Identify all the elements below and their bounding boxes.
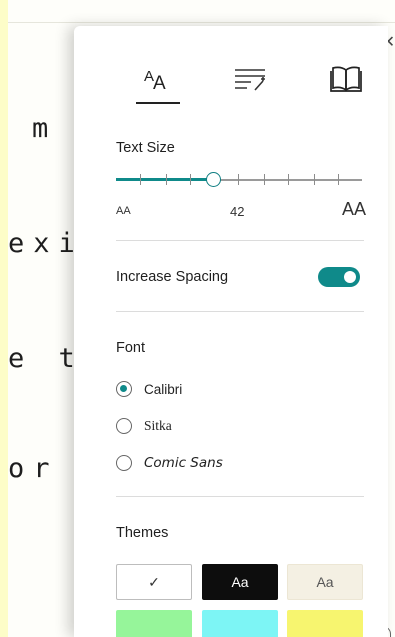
divider [116, 240, 364, 241]
tab-text-preferences[interactable]: A A [134, 56, 182, 104]
radio-button[interactable] [116, 381, 132, 397]
font-option-comic-sans[interactable]: Comic Sans [116, 452, 223, 474]
open-book-icon [330, 66, 362, 92]
slider-tick [140, 174, 141, 185]
theme-swatch-yellow[interactable] [287, 610, 363, 637]
decrease-size-icon: AA [116, 205, 131, 217]
grammar-wand-icon [235, 69, 265, 91]
font-option-calibri[interactable]: Calibri [116, 378, 182, 400]
reader-settings-panel: A A Text Size AA 42 AA Increase Spacing … [74, 26, 388, 637]
theme-swatch-label: Aa [231, 574, 249, 590]
slider-tick [238, 174, 239, 185]
theme-swatch-label: Aa [316, 574, 334, 590]
theme-swatch-sepia[interactable]: Aa [287, 564, 363, 600]
increase-spacing-label: Increase Spacing [116, 269, 229, 285]
themes-label: Themes [116, 525, 169, 541]
slider-tick [166, 174, 167, 185]
font-option-sitka[interactable]: Sitka [116, 415, 172, 437]
theme-swatch-dark[interactable]: Aa [202, 564, 278, 600]
tab-grammar-options[interactable] [226, 56, 274, 102]
theme-swatch-cyan[interactable] [202, 610, 278, 637]
toggle-knob [344, 271, 356, 283]
font-option-label: Sitka [144, 418, 172, 433]
slider-thumb[interactable] [206, 172, 221, 187]
slider-tick [264, 174, 265, 185]
text-size-icon: A A [144, 68, 166, 92]
font-option-label: Comic Sans [144, 455, 223, 471]
slider-tick [338, 174, 339, 185]
check-icon: ✓ [148, 573, 160, 590]
slider-tick [314, 174, 315, 185]
radio-button[interactable] [116, 455, 132, 471]
slider-tick [190, 174, 191, 185]
increase-size-icon: AA [342, 199, 367, 219]
svg-text:A: A [153, 73, 166, 92]
radio-button[interactable] [116, 418, 132, 434]
increase-spacing-toggle[interactable] [318, 267, 360, 287]
slider-tick [288, 174, 289, 185]
reader-line: m [32, 113, 58, 144]
text-size-value: 42 [230, 204, 245, 219]
text-size-slider[interactable] [116, 172, 362, 188]
theme-swatch-default[interactable]: ✓ [116, 564, 192, 600]
font-label: Font [116, 340, 146, 356]
slider-fill [116, 178, 214, 181]
text-size-label: Text Size [116, 140, 175, 156]
divider [116, 311, 364, 312]
theme-swatch-green[interactable] [116, 610, 192, 637]
tab-reading-preferences[interactable] [322, 56, 370, 102]
divider [116, 496, 364, 497]
reader-top-divider [8, 22, 395, 23]
font-option-label: Calibri [144, 381, 183, 397]
